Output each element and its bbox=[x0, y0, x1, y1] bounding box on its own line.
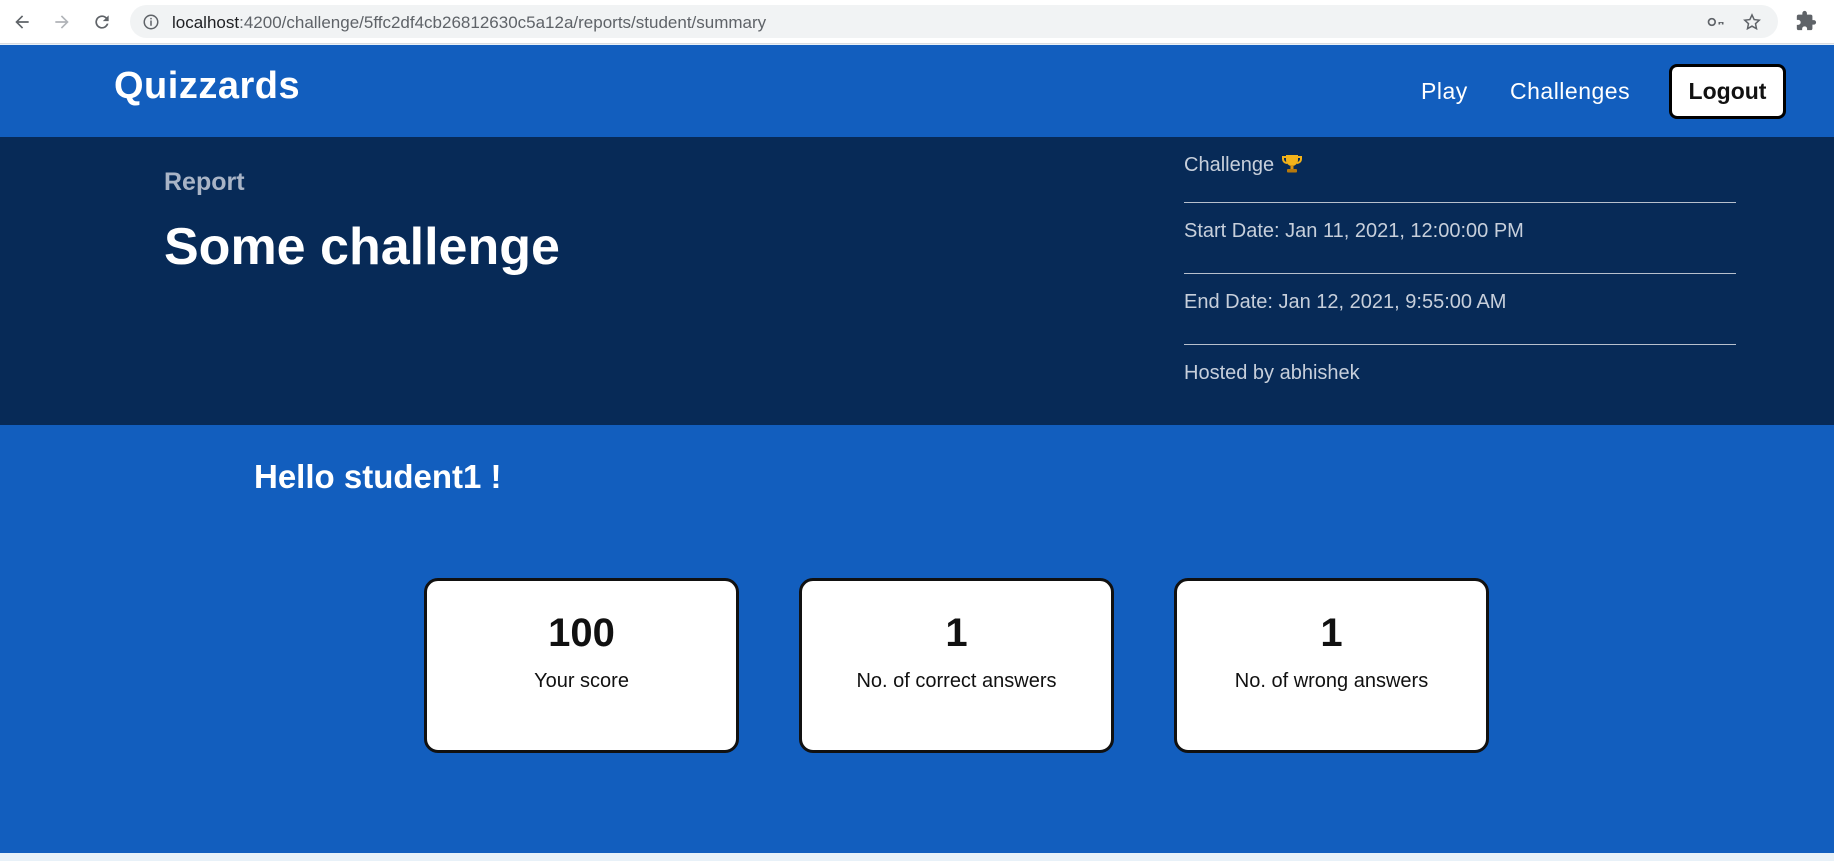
key-icon[interactable] bbox=[1706, 12, 1726, 32]
puzzle-icon[interactable] bbox=[1795, 10, 1817, 32]
score-label: Your score bbox=[534, 670, 629, 692]
url-host: localhost bbox=[172, 13, 240, 32]
address-bar[interactable]: localhost:4200/challenge/5ffc2df4cb26812… bbox=[130, 5, 1778, 38]
wrong-answers-label: No. of wrong answers bbox=[1234, 670, 1429, 692]
forward-arrow-icon[interactable] bbox=[48, 8, 76, 36]
start-date: Start Date: Jan 11, 2021, 12:00:00 PM bbox=[1184, 203, 1736, 274]
logout-button[interactable]: Logout bbox=[1669, 64, 1786, 119]
nav-challenges-link[interactable]: Challenges bbox=[1510, 78, 1630, 105]
correct-answers-value: 1 bbox=[945, 611, 968, 655]
url-text: localhost:4200/challenge/5ffc2df4cb26812… bbox=[172, 13, 766, 33]
back-arrow-icon[interactable] bbox=[8, 8, 36, 36]
score-value: 100 bbox=[548, 611, 615, 655]
wrong-answers-value: 1 bbox=[1320, 611, 1343, 655]
nav-play-link[interactable]: Play bbox=[1421, 78, 1468, 105]
star-icon[interactable] bbox=[1742, 12, 1762, 32]
app-header: Quizzards Play Challenges Logout bbox=[0, 45, 1834, 137]
wrong-answers-card: 1 No. of wrong answers bbox=[1174, 578, 1489, 753]
browser-toolbar: localhost:4200/challenge/5ffc2df4cb26812… bbox=[0, 0, 1834, 44]
challenge-title: Some challenge bbox=[164, 218, 560, 276]
correct-answers-card: 1 No. of correct answers bbox=[799, 578, 1114, 753]
score-card: 100 Your score bbox=[424, 578, 739, 753]
challenge-type-label: Challenge bbox=[1184, 154, 1275, 176]
correct-answers-label: No. of correct answers bbox=[856, 670, 1057, 692]
info-icon[interactable] bbox=[142, 13, 160, 31]
url-path: :4200/challenge/5ffc2df4cb26812630c5a12a… bbox=[239, 13, 767, 32]
reload-icon[interactable] bbox=[88, 8, 116, 36]
report-label: Report bbox=[164, 168, 245, 196]
summary-section: Hello student1 ! 100 Your score 1 No. of… bbox=[0, 425, 1834, 853]
end-date: End Date: Jan 12, 2021, 9:55:00 AM bbox=[1184, 274, 1736, 345]
greeting: Hello student1 ! bbox=[254, 458, 502, 495]
challenge-type-row: Challenge bbox=[1184, 137, 1736, 203]
hosted-by: Hosted by abhishek bbox=[1184, 362, 1360, 384]
trophy-icon bbox=[1282, 155, 1303, 173]
brand-logo[interactable]: Quizzards bbox=[114, 65, 300, 108]
challenge-meta: Challenge Start Date: Jan 11, 2021, 12:0… bbox=[1184, 137, 1736, 416]
report-hero: Report Some challenge Challenge Start Da… bbox=[0, 137, 1834, 425]
